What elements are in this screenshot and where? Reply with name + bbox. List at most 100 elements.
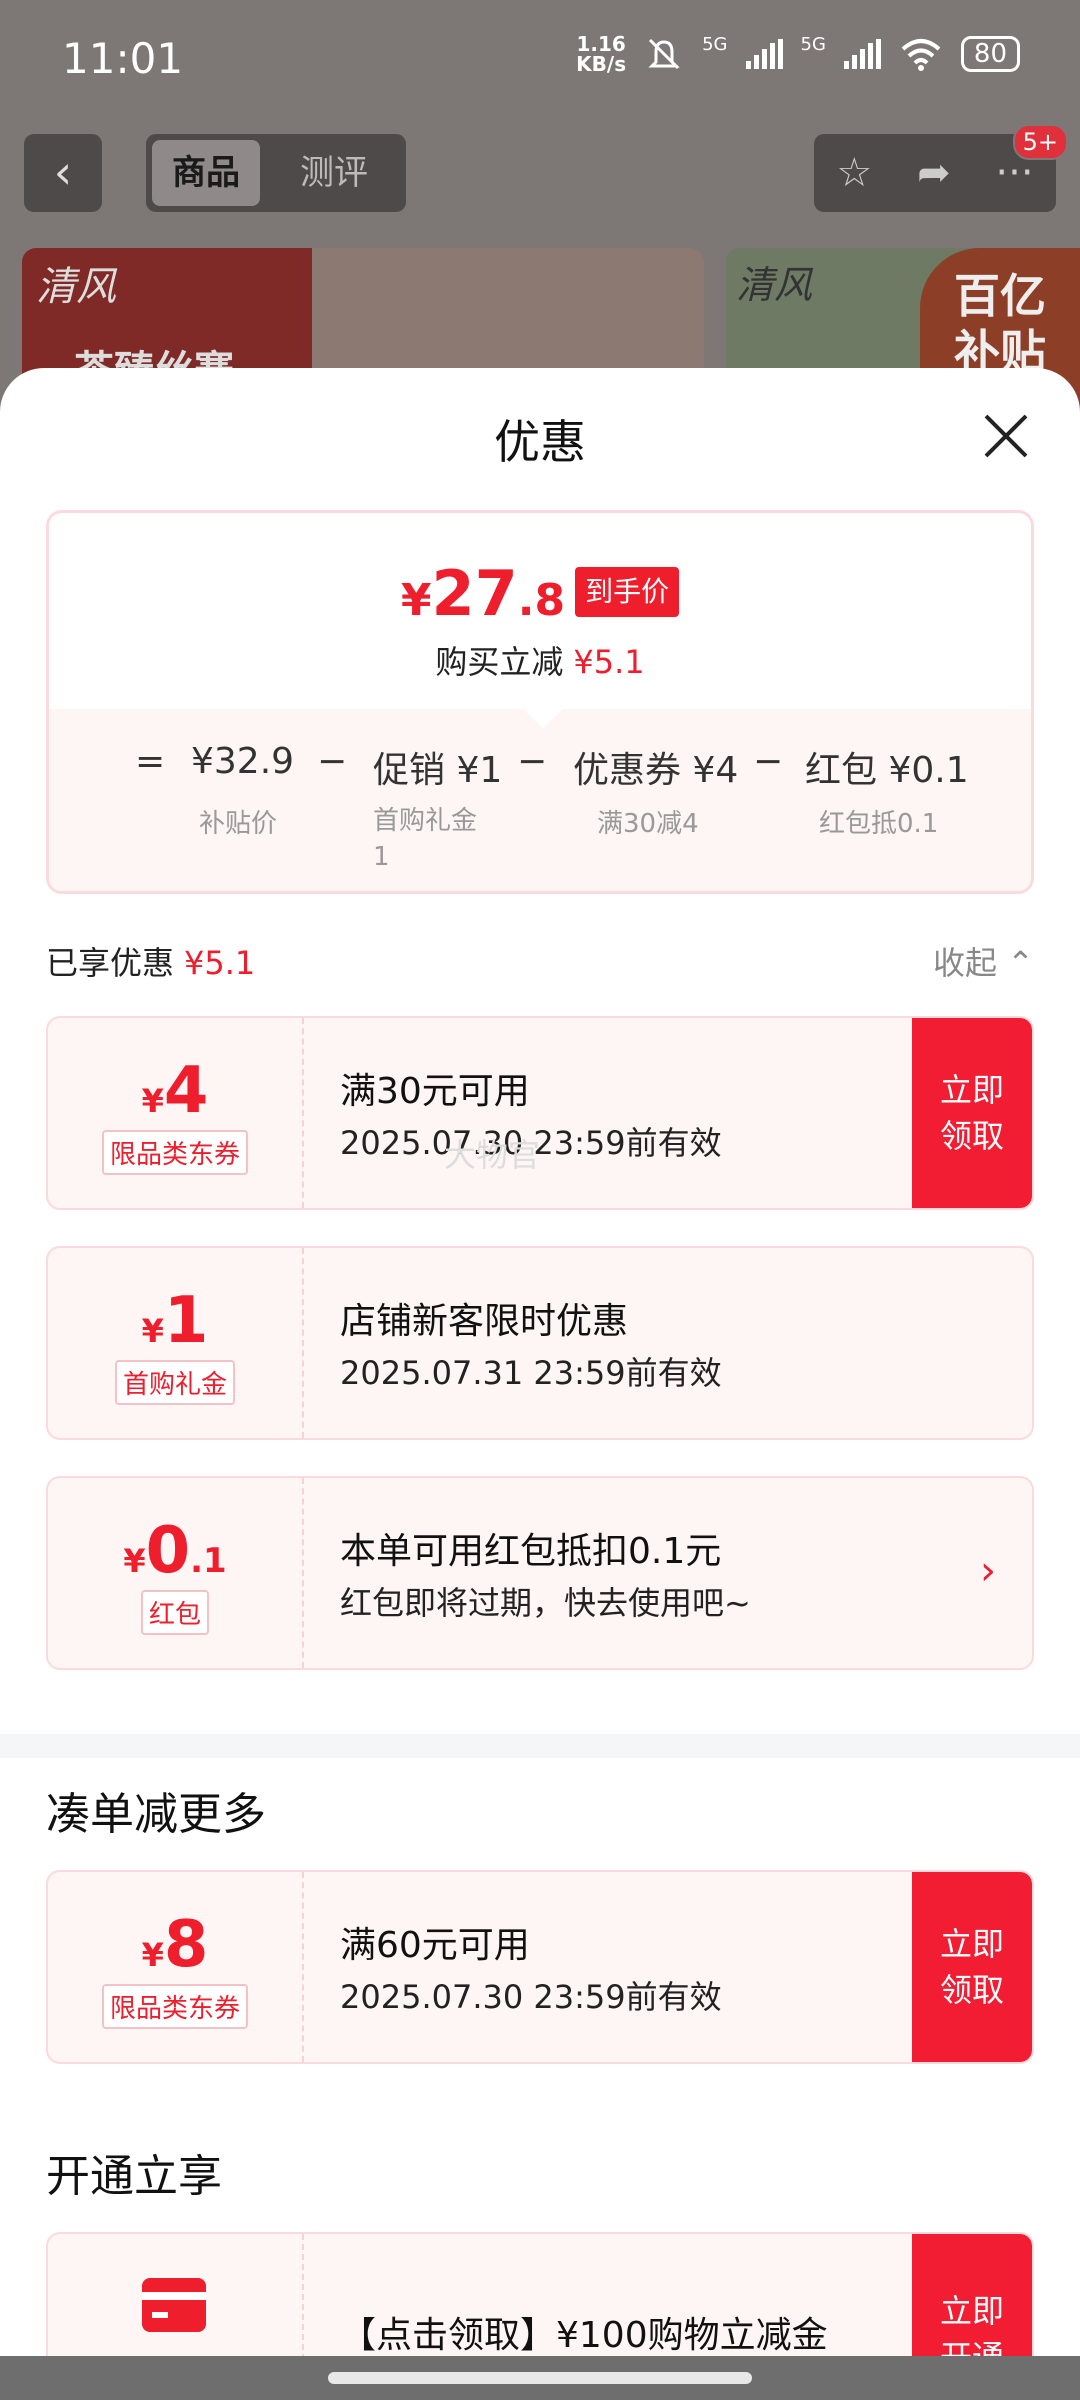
buy-reduce-row: 购买立减 ¥5.1 <box>49 637 1031 683</box>
claim-button-label: 立即领取 <box>939 1925 1004 2009</box>
tab-review[interactable]: 测评 <box>280 140 388 206</box>
claim-button-label: 立即领取 <box>939 1071 1004 1155</box>
discount-sheet: 优惠 ¥27.8 到手价 购买立减 ¥5.1 = ¥32.9 − 促销 ¥1 − 优… <box>0 368 1080 2400</box>
coupon-amount-panel: ¥0.1 红包 <box>48 1478 304 1668</box>
brand-logo-2: 清风 <box>736 263 813 307</box>
minus-sign-2: − <box>517 741 548 782</box>
coupon-amount: ¥1 <box>48 1284 302 1358</box>
mute-icon <box>648 38 680 70</box>
coupon-amount: 优惠券 ¥4 <box>573 750 739 791</box>
coupon-type-tag: 限品类东券 <box>101 1130 248 1175</box>
coupon-value: 0 <box>145 1514 191 1588</box>
battery-icon: 80 <box>960 36 1020 72</box>
coupon-amount: ¥4 <box>48 1054 302 1128</box>
tab-switcher: 商品 测评 <box>146 134 406 212</box>
chevron-left-icon: ‹ <box>53 145 73 199</box>
tab-goods[interactable]: 商品 <box>152 140 260 206</box>
status-icons: 1.16 KB/s 5G 5G 80 <box>576 34 1020 74</box>
system-nav-bar <box>0 2356 1080 2400</box>
coupon-currency: ¥ <box>141 1312 164 1350</box>
redpacket-label: 红包抵0.1 <box>819 809 939 839</box>
coupon-expiry: 2025.07.31 23:59前有效 <box>340 1354 722 1392</box>
credit-card-icon <box>142 2278 206 2332</box>
chevron-right-icon: › <box>980 1548 996 1594</box>
collapse-toggle[interactable]: 收起 ⌃ <box>933 938 1034 984</box>
coupon-currency: ¥ <box>141 1936 164 1974</box>
star-icon[interactable]: ☆ <box>836 150 872 196</box>
final-price-tag: 到手价 <box>575 567 680 617</box>
coupon-type-tag: 限品类东券 <box>101 1984 248 2029</box>
signal-1-icon <box>745 39 783 69</box>
final-price: ¥27.8 到手价 <box>49 557 1031 630</box>
claim-button[interactable]: 立即领取 <box>912 1018 1032 1208</box>
coupon-value: 1 <box>163 1284 209 1358</box>
benefit-title: 【点击领取】¥100购物立减金 <box>340 2315 828 2356</box>
subsidy-line-1: 百亿 <box>954 269 1046 323</box>
coupon-title: 满60元可用 <box>340 1925 530 1966</box>
coupon-type-tag: 首购礼金 <box>114 1360 235 1405</box>
coupon-currency: ¥ <box>141 1082 164 1120</box>
coupon-label: 满30减4 <box>597 809 699 839</box>
coupon-card: ¥8 限品类东券 满60元可用 2025.07.30 23:59前有效 立即领取 <box>46 1870 1034 2064</box>
coupon-amount-panel: ¥1 首购礼金 <box>48 1248 304 1438</box>
coupon-expiry: 红包即将过期，快去使用吧~ <box>340 1584 751 1622</box>
back-button[interactable]: ‹ <box>24 134 102 212</box>
product-top-bar: ‹ 商品 测评 ☆ ➦ ··· 5+ <box>24 124 1068 214</box>
price-breakdown: = ¥32.9 − 促销 ¥1 − 优惠券 ¥4 − 红包 ¥0.1 <box>49 741 1031 801</box>
coupon-title: 店铺新客限时优惠 <box>340 1301 629 1342</box>
watermark: 大物官 <box>444 1136 541 1174</box>
coupon-title: 满30元可用 <box>340 1071 530 1112</box>
coupon-card: ¥4 限品类东券 满30元可用 2025.07.30 23:59前有效 立即领取 <box>46 1016 1034 1210</box>
coupon-value: 4 <box>163 1054 209 1128</box>
summary-bottom <box>49 709 1031 891</box>
status-time: 11:01 <box>62 34 184 83</box>
promo-amount: 促销 ¥1 <box>373 750 503 791</box>
action-group: ☆ ➦ ··· 5+ <box>814 124 1068 212</box>
redpacket-amount: 红包 ¥0.1 <box>805 750 969 791</box>
minus-sign-3: − <box>753 741 784 782</box>
promo-label: 首购礼金 1 <box>373 803 477 875</box>
buy-reduce-label: 购买立减 <box>435 643 564 681</box>
subsidy-price-label: 补贴价 <box>199 809 278 839</box>
claim-button[interactable]: 立即领取 <box>912 1872 1032 2062</box>
promo-label-line-1: 首购礼金 <box>373 806 478 836</box>
equals-sign: = <box>135 741 166 782</box>
signal-2-label: 5G <box>800 34 826 55</box>
share-icon[interactable]: ➦ <box>917 150 951 196</box>
promo-label-line-2: 1 <box>373 842 390 872</box>
coupon-card: ¥1 首购礼金 店铺新客限时优惠 2025.07.31 23:59前有效 <box>46 1246 1034 1440</box>
redpacket-card[interactable]: ¥0.1 红包 本单可用红包抵扣0.1元 红包即将过期，快去使用吧~ › <box>46 1476 1034 1670</box>
wifi-icon <box>901 39 941 71</box>
notification-badge: 5+ <box>1012 124 1068 160</box>
net-speed-value: 1.16 <box>576 32 626 56</box>
coupon-value-decimal: .1 <box>190 1541 227 1581</box>
final-price-integer: 27 <box>431 557 518 630</box>
minus-sign-1: − <box>317 741 348 782</box>
home-indicator[interactable] <box>328 2372 752 2384</box>
coupon-title: 本单可用红包抵扣0.1元 <box>340 1531 722 1572</box>
subsidy-price: ¥32.9 <box>191 741 295 782</box>
coupon-amount-panel: ¥8 限品类东券 <box>48 1872 304 2062</box>
net-speed-unit: KB/s <box>576 52 627 76</box>
enjoyed-discount: 已享优惠 ¥5.1 <box>46 938 255 984</box>
enjoyed-value: ¥5.1 <box>184 944 256 982</box>
enjoyed-label: 已享优惠 <box>46 944 175 982</box>
brand-logo: 清风 <box>36 264 116 310</box>
section-divider <box>0 1734 1080 1758</box>
status-bar: 11:01 1.16 KB/s 5G 5G 80 <box>0 0 1080 120</box>
coupon-amount: ¥0.1 <box>48 1514 302 1588</box>
open-benefits-title: 开通立享 <box>46 2151 222 2202</box>
price-summary-card: ¥27.8 到手价 购买立减 ¥5.1 = ¥32.9 − 促销 ¥1 − 优惠券 … <box>46 510 1034 894</box>
coupon-expiry: 2025.07.30 23:59前有效 <box>340 1978 722 2016</box>
coupon-type-tag: 红包 <box>140 1590 209 1635</box>
coupon-currency: ¥ <box>123 1542 146 1580</box>
final-price-decimal: .8 <box>517 575 566 626</box>
coupon-amount-panel: ¥4 限品类东券 <box>48 1018 304 1208</box>
signal-1-label: 5G <box>702 34 728 55</box>
coupon-amount: ¥8 <box>48 1908 302 1982</box>
more-deals-title: 凑单减更多 <box>46 1789 266 1840</box>
coupon-value: 8 <box>163 1908 209 1982</box>
close-icon[interactable] <box>982 412 1030 460</box>
final-price-currency: ¥ <box>400 575 432 626</box>
net-speed: 1.16 KB/s <box>576 34 626 74</box>
